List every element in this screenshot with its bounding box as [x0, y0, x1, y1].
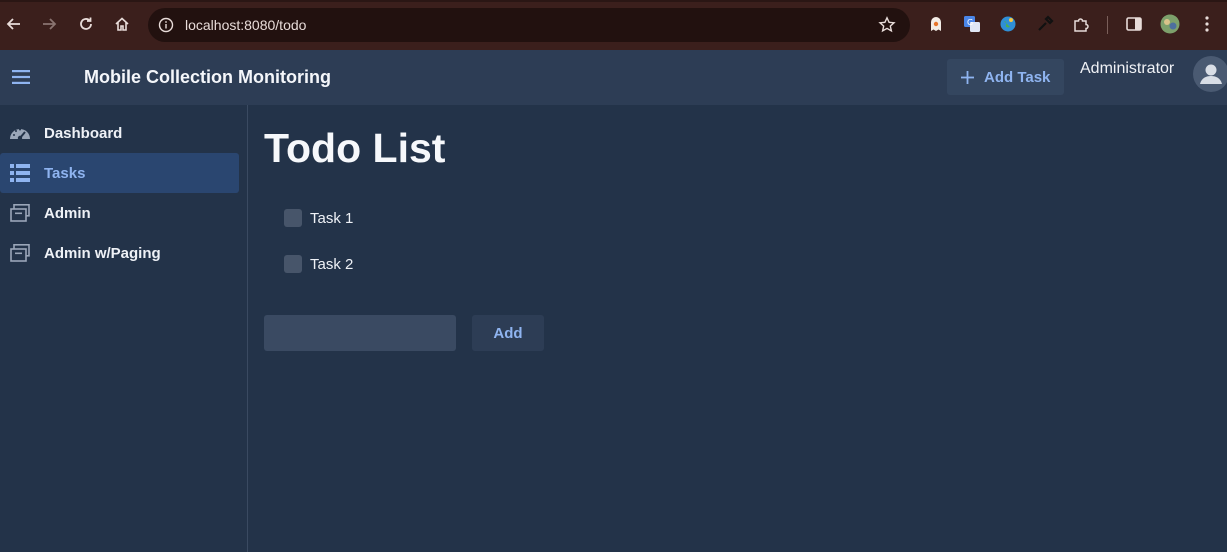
task-checkbox[interactable]	[284, 209, 302, 227]
sidebar-item-dashboard[interactable]: Dashboard	[0, 113, 239, 153]
url-text: localhost:8080/todo	[185, 17, 307, 33]
task-label[interactable]: Task 1	[310, 210, 353, 227]
plus-icon	[961, 70, 974, 84]
side-panel-icon[interactable]	[1124, 14, 1144, 34]
extension-icon[interactable]	[1071, 14, 1091, 34]
todo-item: Task 1	[284, 208, 353, 228]
sidebar-item-admin[interactable]: Admin	[0, 193, 239, 233]
sidebar-item-label: Tasks	[44, 164, 86, 182]
add-button[interactable]: Add	[472, 315, 544, 351]
app-title: Mobile Collection Monitoring	[84, 67, 331, 87]
extension-ghost-icon[interactable]	[926, 14, 946, 34]
page-title: Todo List	[264, 125, 446, 171]
app-header: Mobile Collection Monitoring Add Task Ad…	[0, 50, 1227, 105]
globe-icon[interactable]	[998, 14, 1018, 34]
task-checkbox[interactable]	[284, 255, 302, 273]
eyedropper-icon[interactable]	[1035, 14, 1055, 34]
reload-icon[interactable]	[75, 13, 97, 35]
back-icon[interactable]	[3, 13, 25, 35]
info-icon[interactable]	[158, 17, 174, 33]
username[interactable]: Administrator	[1080, 60, 1174, 78]
add-task-button[interactable]: Add Task	[947, 59, 1064, 95]
new-task-input[interactable]	[264, 315, 456, 351]
menu-icon[interactable]	[1197, 14, 1217, 34]
list-icon	[9, 163, 31, 183]
home-icon[interactable]	[111, 13, 133, 35]
hamburger-menu-icon[interactable]	[12, 70, 30, 89]
sidebar-item-admin-paging[interactable]: Admin w/Paging	[0, 233, 239, 273]
main-content: Todo List Task 1 Task 2 Add	[248, 105, 1227, 552]
address-bar[interactable]: localhost:8080/todo	[148, 8, 910, 42]
todo-item: Task 2	[284, 254, 353, 274]
user-avatar-icon[interactable]	[1193, 56, 1227, 92]
profile-icon[interactable]	[1160, 14, 1180, 34]
sidebar: Dashboard Tasks Admin Admin w/Paging	[0, 105, 248, 552]
svg-text:G: G	[967, 18, 973, 27]
sidebar-item-label: Admin w/Paging	[44, 244, 161, 262]
sidebar-item-label: Admin	[44, 204, 91, 222]
sidebar-item-tasks[interactable]: Tasks	[0, 153, 239, 193]
add-task-label: Add Task	[984, 68, 1051, 86]
forward-icon[interactable]	[38, 13, 60, 35]
task-label[interactable]: Task 2	[310, 256, 353, 273]
archive-icon	[9, 243, 31, 263]
translate-icon[interactable]: G	[962, 14, 982, 34]
star-icon[interactable]	[878, 16, 896, 34]
tab-strip	[0, 0, 1227, 2]
toolbar-separator	[1107, 16, 1108, 34]
archive-icon	[9, 203, 31, 223]
sidebar-item-label: Dashboard	[44, 124, 123, 142]
gauge-icon	[9, 123, 31, 143]
browser-toolbar: localhost:8080/todo G	[0, 0, 1227, 50]
